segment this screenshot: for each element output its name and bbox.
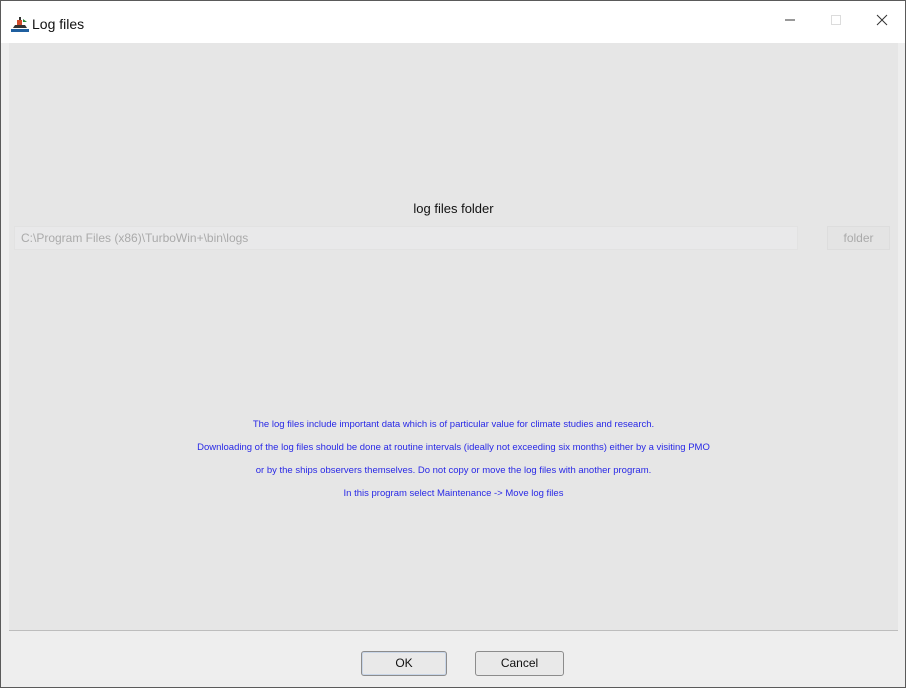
close-icon [876,13,888,31]
maximize-button[interactable] [813,1,859,43]
window-title: Log files [32,16,85,32]
ok-button[interactable]: OK [361,651,447,676]
info-line: Downloading of the log files should be d… [197,442,710,453]
close-button[interactable] [859,1,905,43]
log-folder-path-field[interactable]: C:\Program Files (x86)\TurboWin+\bin\log… [14,226,798,250]
info-line: or by the ships observers themselves. Do… [255,465,652,476]
folder-heading: log files folder [413,201,494,216]
ship-icon [11,16,29,32]
minimize-button[interactable] [767,1,813,43]
info-line: The log files include important data whi… [252,419,655,430]
maximize-icon [830,13,842,31]
log-files-dialog: Log files log files folder C:\Program Fi… [0,0,906,688]
main-panel: log files folder C:\Program Files (x86)\… [9,43,898,630]
title-bar[interactable]: Log files [1,1,905,43]
info-line: In this program select Maintenance -> Mo… [343,488,564,499]
folder-button[interactable]: folder [827,226,890,250]
cancel-button[interactable]: Cancel [475,651,564,676]
info-message: The log files include important data whi… [9,413,898,505]
minimize-icon [784,13,796,31]
button-bar: OK Cancel [9,631,898,687]
